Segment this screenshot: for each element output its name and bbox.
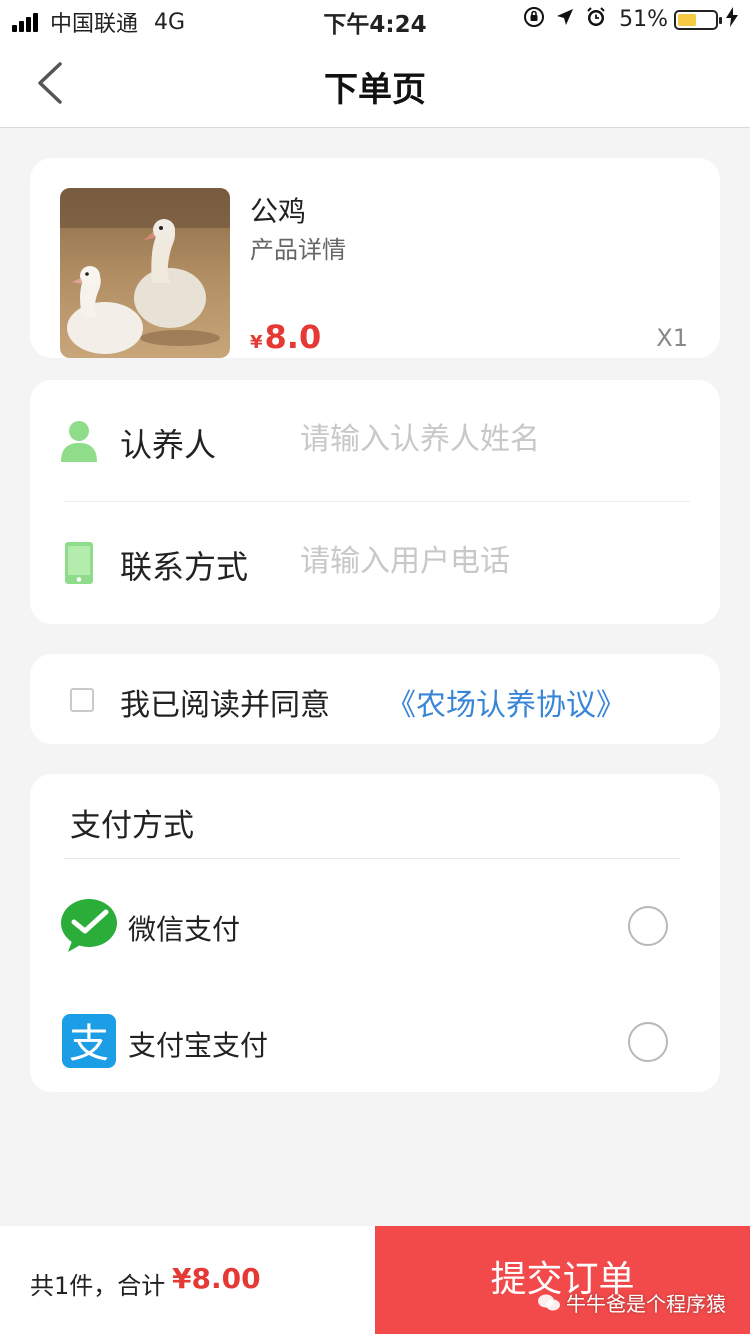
product-name: 公鸡 xyxy=(250,195,307,228)
battery-percent: 51% xyxy=(619,7,668,32)
product-price: ¥8.0 xyxy=(250,318,321,356)
payment-title: 支付方式 xyxy=(70,808,194,844)
total-value: ¥8.00 xyxy=(172,1262,261,1295)
product-card[interactable]: 公鸡 产品详情 ¥8.0 X1 xyxy=(30,158,720,358)
order-page: 中国联通 4G 下午4:24 51% 下单页 公鸡 产品详情 ¥8.0 X1 认… xyxy=(0,0,750,1334)
user-icon xyxy=(61,421,97,462)
rotation-lock-icon xyxy=(523,6,545,33)
phone-input[interactable] xyxy=(300,538,680,584)
price-value: 8.0 xyxy=(264,318,322,356)
payment-card: 支付方式 微信支付 支 支付宝支付 xyxy=(30,774,720,1092)
payment-option-alipay[interactable]: 支 支付宝支付 xyxy=(30,986,720,1096)
nav-bar: 下单页 xyxy=(0,40,750,128)
payment-option-label: 支付宝支付 xyxy=(128,1029,269,1062)
phone-icon xyxy=(65,542,93,584)
alipay-icon: 支 xyxy=(62,1014,116,1068)
page-title: 下单页 xyxy=(324,70,426,110)
adopter-info-card: 认养人 联系方式 xyxy=(30,380,720,624)
phone-row: 联系方式 xyxy=(30,502,720,624)
submit-order-button[interactable]: 提交订单 xyxy=(375,1226,750,1334)
adopter-name-input[interactable] xyxy=(300,416,680,462)
alarm-icon xyxy=(585,6,607,33)
charging-icon xyxy=(726,7,738,32)
total-label: 共1件，合计 xyxy=(30,1272,166,1300)
status-bar: 中国联通 4G 下午4:24 51% xyxy=(0,0,750,40)
wechat-radio[interactable] xyxy=(628,906,668,946)
svg-text:支: 支 xyxy=(69,1021,109,1067)
currency-symbol: ¥ xyxy=(250,332,263,353)
agreement-text: 我已阅读并同意 xyxy=(120,688,330,723)
status-right: 51% xyxy=(513,6,738,33)
agreement-card: 我已阅读并同意 《农场认养协议》 xyxy=(30,654,720,744)
battery-icon xyxy=(674,9,722,30)
battery-fill xyxy=(678,13,697,26)
product-quantity: X1 xyxy=(656,324,688,352)
payment-option-wechat[interactable]: 微信支付 xyxy=(30,870,720,980)
bottom-bar: 共1件，合计 ¥8.00 提交订单 xyxy=(0,1226,750,1334)
location-icon xyxy=(555,7,575,32)
adopter-row: 认养人 xyxy=(30,380,720,502)
wechat-logo-icon xyxy=(538,1294,560,1310)
agreement-link[interactable]: 《农场认养协议》 xyxy=(386,680,626,724)
watermark-text: 牛牛爸是个程序猿 xyxy=(566,1292,726,1316)
phone-label: 联系方式 xyxy=(120,548,249,586)
agreement-checkbox[interactable] xyxy=(70,688,94,712)
payment-option-label: 微信支付 xyxy=(128,913,241,946)
product-detail-link[interactable]: 产品详情 xyxy=(250,230,346,265)
wechat-pay-icon xyxy=(61,899,117,952)
payment-divider xyxy=(64,858,680,859)
adopter-label: 认养人 xyxy=(120,426,217,464)
alipay-radio[interactable] xyxy=(628,1022,668,1062)
watermark: 牛牛爸是个程序猿 xyxy=(538,1288,726,1317)
product-image xyxy=(60,188,230,358)
